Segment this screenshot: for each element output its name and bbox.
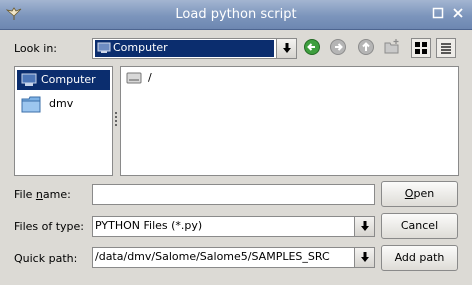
list-view-icon[interactable] bbox=[411, 38, 431, 58]
cancel-button[interactable]: Cancel bbox=[381, 213, 458, 239]
list-item[interactable]: / bbox=[124, 69, 184, 87]
sidebar-item-label: dmv bbox=[49, 97, 74, 110]
computer-icon bbox=[21, 73, 37, 86]
drive-icon bbox=[126, 72, 142, 84]
sidebar-item-dmv[interactable]: dmv bbox=[17, 94, 110, 114]
close-icon[interactable] bbox=[451, 7, 465, 21]
sidebar-item-computer[interactable]: Computer bbox=[17, 70, 110, 90]
folder-icon bbox=[21, 96, 41, 113]
file-name-input[interactable] bbox=[92, 184, 375, 205]
minimize-icon[interactable] bbox=[431, 7, 445, 21]
list-item-label: / bbox=[148, 71, 152, 84]
file-name-label: File name: bbox=[14, 188, 71, 201]
files-of-type-dropdown-arrow[interactable] bbox=[354, 217, 374, 236]
quick-path-label: Quick path: bbox=[14, 252, 78, 265]
file-list: / bbox=[120, 66, 459, 176]
sidebar: Computer dmv bbox=[14, 66, 113, 176]
files-of-type-combo[interactable]: PYTHON Files (*.py) bbox=[92, 216, 375, 237]
sidebar-item-label: Computer bbox=[41, 73, 96, 86]
title-bar: Load python script bbox=[0, 0, 472, 30]
add-path-button[interactable]: Add path bbox=[381, 245, 458, 271]
up-icon[interactable] bbox=[357, 38, 375, 56]
files-of-type-value: PYTHON Files (*.py) bbox=[95, 219, 203, 232]
look-in-dropdown-arrow[interactable] bbox=[276, 39, 296, 58]
quick-path-value: /data/dmv/Salome/Salome5/SAMPLES_SRC bbox=[95, 250, 330, 263]
new-folder-icon[interactable] bbox=[383, 38, 401, 56]
look-in-value: Computer bbox=[95, 40, 274, 57]
quick-path-dropdown-arrow[interactable] bbox=[354, 248, 374, 267]
open-button[interactable]: Open bbox=[381, 181, 458, 207]
look-in-combo[interactable]: Computer bbox=[92, 38, 297, 59]
computer-icon bbox=[97, 42, 111, 53]
window-title: Load python script bbox=[175, 7, 297, 22]
files-of-type-label: Files of type: bbox=[14, 220, 85, 233]
back-icon[interactable] bbox=[303, 38, 321, 56]
forward-icon[interactable] bbox=[329, 38, 347, 56]
quick-path-combo[interactable]: /data/dmv/Salome/Salome5/SAMPLES_SRC bbox=[92, 247, 375, 268]
detail-view-icon[interactable] bbox=[436, 38, 456, 58]
sidebar-splitter[interactable] bbox=[115, 112, 118, 128]
look-in-label: Look in: bbox=[14, 42, 57, 55]
